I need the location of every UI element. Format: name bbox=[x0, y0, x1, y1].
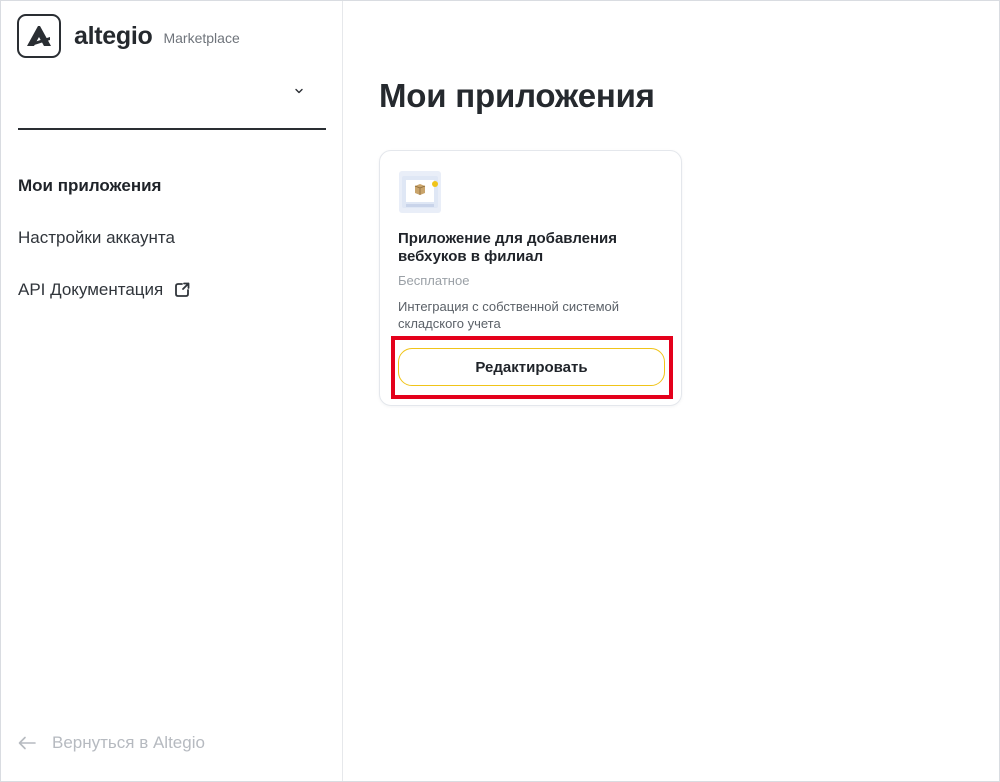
sidebar-item-label: Мои приложения bbox=[18, 176, 162, 195]
sidebar: altegio Marketplace Мои приложения Настр… bbox=[1, 1, 343, 781]
edit-button[interactable]: Редактировать bbox=[398, 348, 665, 386]
altegio-logo-icon bbox=[17, 14, 61, 58]
main-content: Мои приложения Приложение для добавления… bbox=[344, 1, 999, 781]
brand-subtitle: Marketplace bbox=[163, 30, 240, 46]
sidebar-item-label: Настройки аккаунта bbox=[18, 228, 175, 247]
app-description: Интеграция с собственной системой складс… bbox=[398, 299, 620, 331]
box-app-icon bbox=[398, 170, 442, 214]
sidebar-item-my-apps[interactable]: Мои приложения bbox=[18, 171, 328, 201]
chevron-down-icon bbox=[295, 88, 303, 94]
external-link-icon bbox=[175, 282, 190, 297]
page-title: Мои приложения bbox=[379, 77, 655, 114]
arrow-left-icon bbox=[18, 736, 36, 750]
sidebar-item-label: API Документация bbox=[18, 280, 164, 299]
app-window: altegio Marketplace Мои приложения Настр… bbox=[0, 0, 1000, 782]
sidebar-item-api-docs[interactable]: API Документация bbox=[18, 275, 328, 305]
sidebar-nav: Мои приложения Настройки аккаунта API До… bbox=[18, 171, 328, 327]
back-link-label: Вернуться в Altegio bbox=[52, 733, 205, 752]
branch-select[interactable] bbox=[18, 71, 326, 130]
brand[interactable]: altegio Marketplace bbox=[17, 14, 240, 58]
brand-name: altegio bbox=[74, 21, 153, 50]
app-name: Приложение для добавления вебхуков в фил… bbox=[398, 230, 618, 265]
app-price: Бесплатное bbox=[398, 273, 470, 288]
sidebar-item-account-settings[interactable]: Настройки аккаунта bbox=[18, 223, 328, 253]
back-to-altegio-link[interactable]: Вернуться в Altegio bbox=[18, 729, 205, 757]
app-card[interactable]: Приложение для добавления вебхуков в фил… bbox=[379, 150, 682, 406]
